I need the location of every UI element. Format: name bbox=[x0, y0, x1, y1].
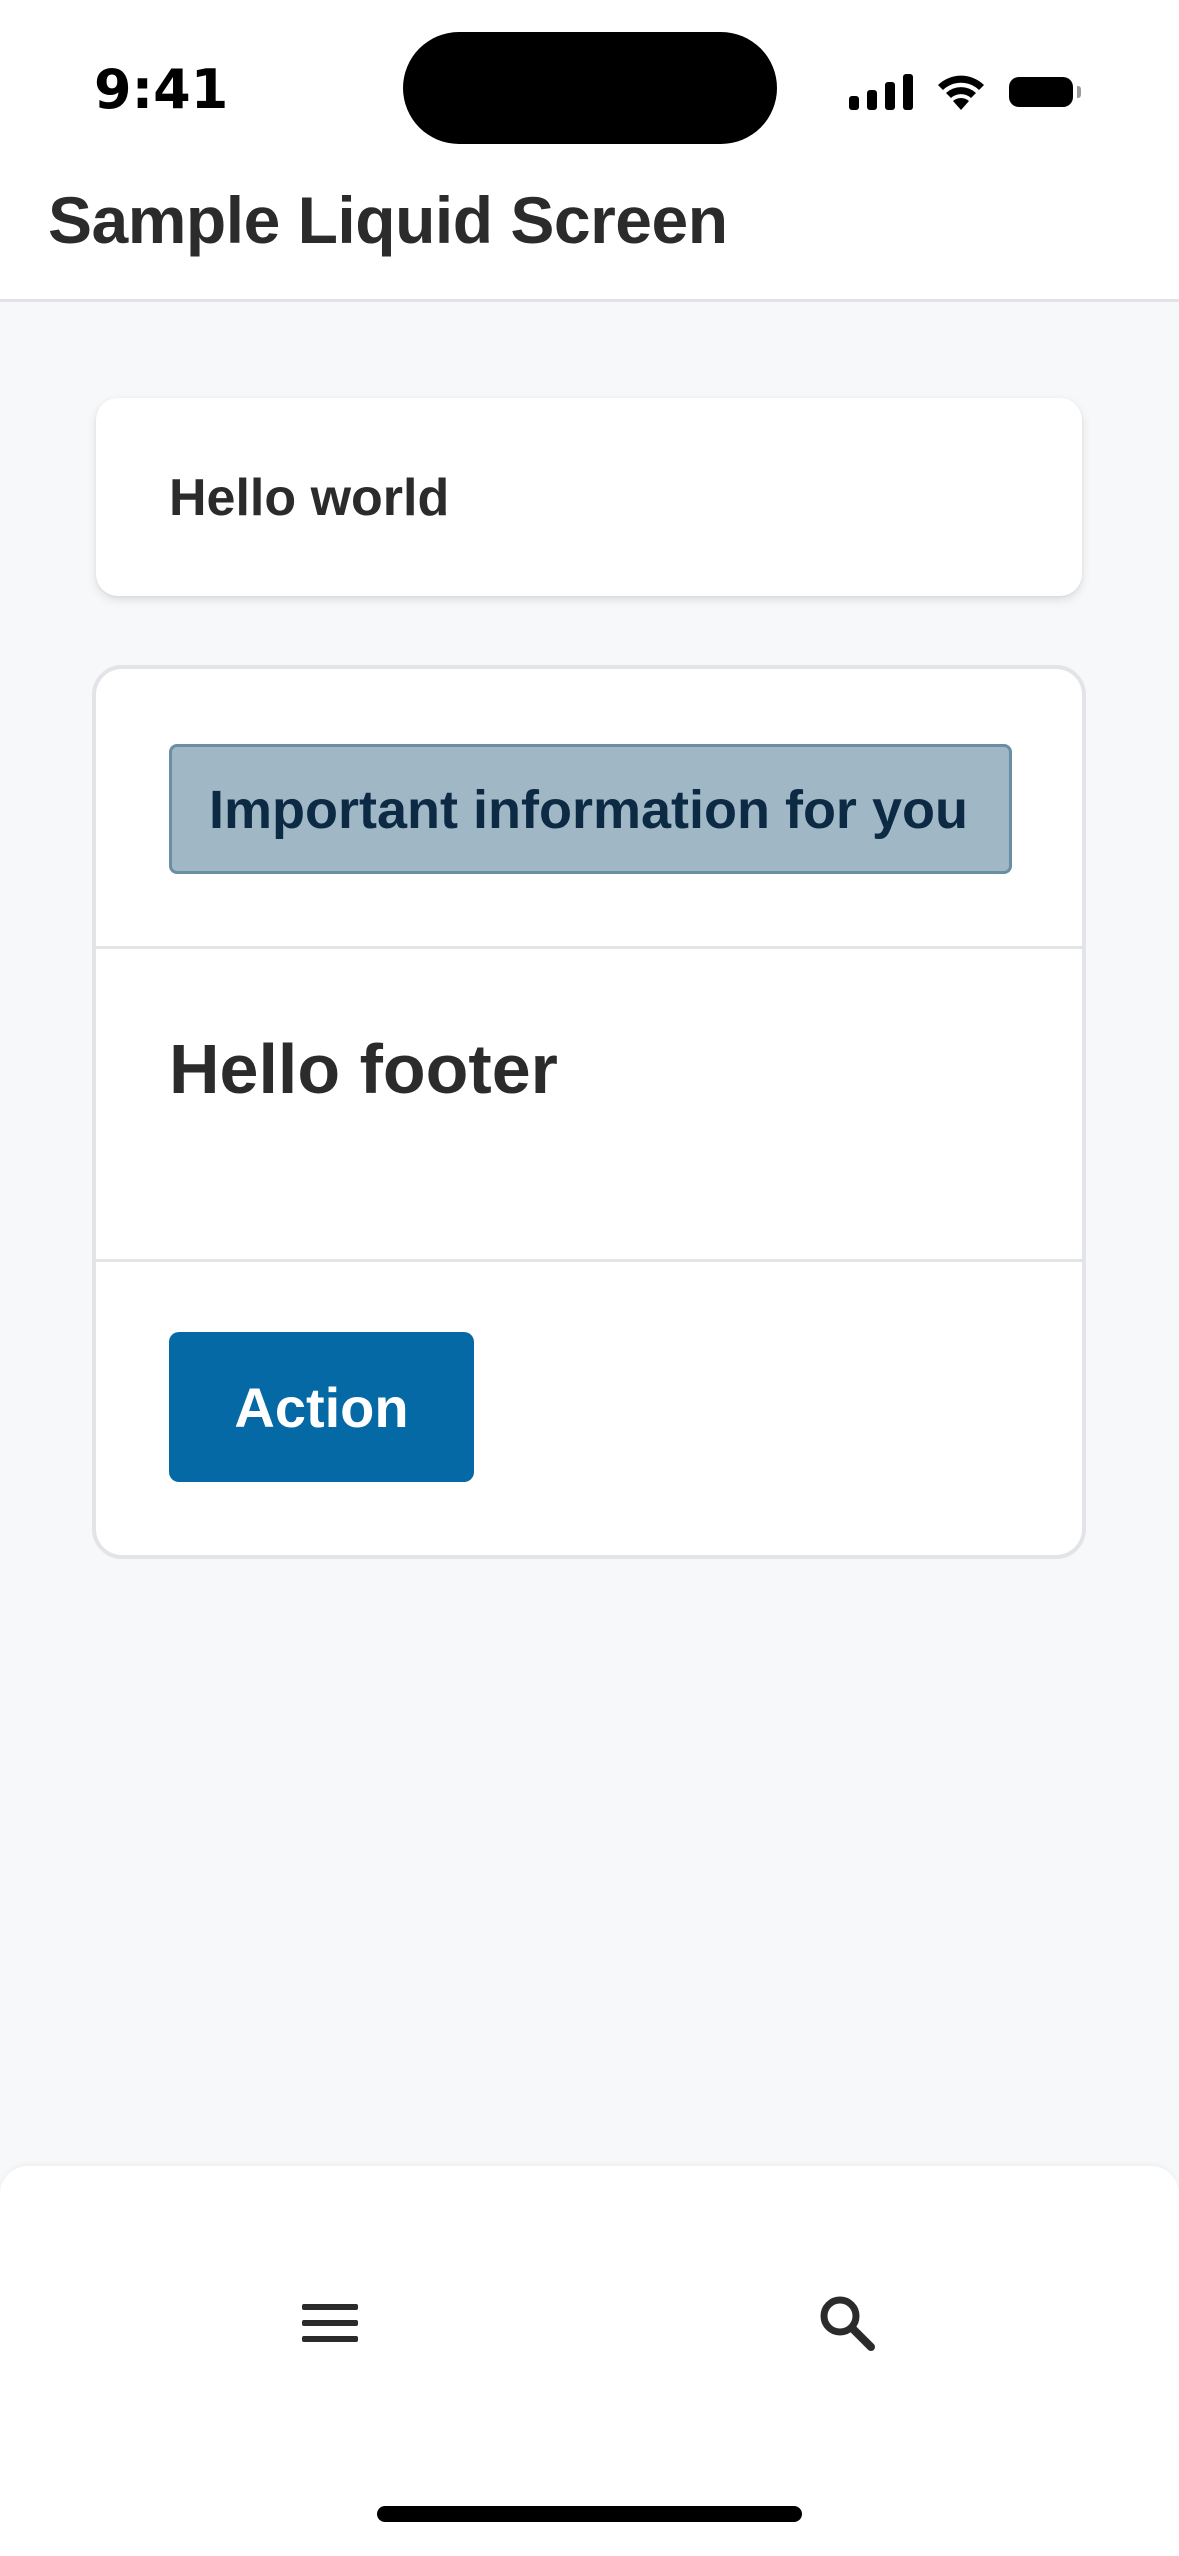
info-banner-text: Important information for you bbox=[209, 780, 968, 840]
footer-section: Hello footer bbox=[96, 949, 1082, 1262]
app-header: Sample Liquid Screen bbox=[0, 168, 1179, 302]
signal-icon bbox=[849, 74, 913, 110]
hello-card: Hello world bbox=[96, 398, 1082, 596]
battery-icon bbox=[1009, 77, 1081, 107]
dynamic-island bbox=[403, 32, 777, 144]
info-banner: Important information for you bbox=[169, 744, 1012, 874]
search-icon bbox=[820, 2296, 875, 2351]
info-section: Important information for you bbox=[96, 669, 1082, 949]
bottom-nav bbox=[0, 2166, 1179, 2556]
wifi-icon bbox=[938, 75, 984, 110]
action-button[interactable]: Action bbox=[169, 1332, 474, 1482]
footer-text: Hello footer bbox=[169, 1030, 558, 1108]
hello-card-text: Hello world bbox=[169, 469, 450, 527]
search-button[interactable] bbox=[802, 2278, 892, 2368]
status-time: 9:41 bbox=[94, 58, 229, 121]
page-title: Sample Liquid Screen bbox=[48, 183, 728, 257]
status-bar: 9:41 bbox=[0, 0, 1179, 168]
action-section: Action bbox=[96, 1262, 1082, 1555]
main-card: Important information for you Hello foot… bbox=[92, 665, 1086, 1559]
menu-icon bbox=[302, 2304, 358, 2342]
home-indicator bbox=[377, 2506, 802, 2522]
menu-button[interactable] bbox=[285, 2278, 375, 2368]
status-icons bbox=[849, 68, 1081, 116]
